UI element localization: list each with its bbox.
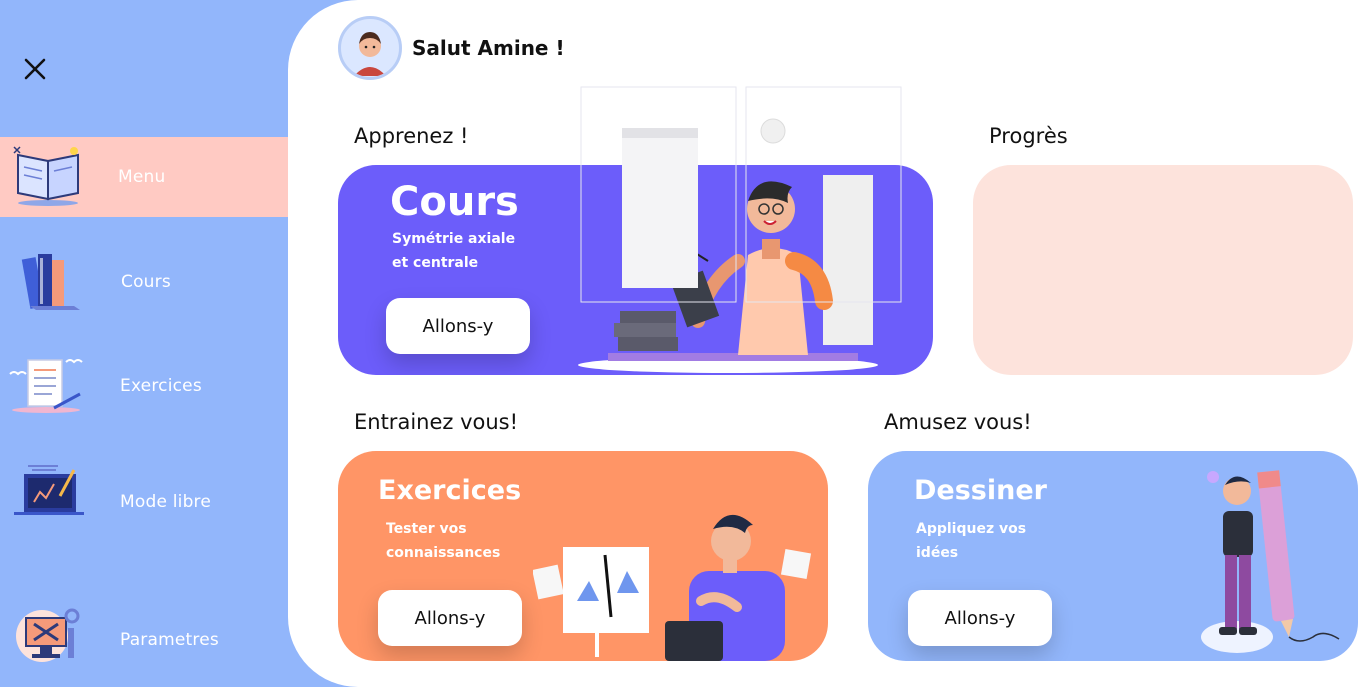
main-panel: Salut Amine ! Apprenez ! Progrès Entrain…: [288, 0, 1366, 687]
exercices-card: Exercices Tester vos connaissances Allon…: [338, 451, 828, 661]
section-title-learn: Apprenez !: [354, 124, 469, 148]
exercices-subtitle-line2: connaissances: [386, 545, 501, 561]
cours-card-subtitle: Symétrie axiale et centrale: [392, 227, 515, 275]
sidebar-item-label: Exercices: [120, 376, 202, 396]
cours-go-button[interactable]: Allons-y: [386, 298, 530, 354]
user-avatar-icon: [342, 20, 398, 76]
sidebar-item-exercices[interactable]: Exercices: [0, 346, 288, 426]
student-symmetry-illustration: [533, 514, 812, 661]
section-title-progress: Progrès: [989, 124, 1068, 148]
section-title-train: Entrainez vous!: [354, 410, 519, 434]
dessiner-subtitle-line1: Appliquez vos: [916, 521, 1027, 537]
pencil-kid-illustration: [1201, 470, 1340, 653]
exercices-card-title: Exercices: [378, 475, 522, 506]
dessiner-go-button[interactable]: Allons-y: [908, 590, 1052, 646]
close-icon[interactable]: [20, 54, 50, 84]
cours-subtitle-line2: et centrale: [392, 255, 479, 271]
dessiner-card-subtitle: Appliquez vos idées: [916, 517, 1026, 565]
cours-subtitle-line1: Symétrie axiale: [392, 231, 516, 247]
cours-card-title: Cours: [390, 179, 519, 225]
sidebar-item-parametres[interactable]: Parametres: [0, 600, 288, 680]
open-book-icon: [13, 146, 79, 206]
sidebar-item-label: Cours: [121, 272, 171, 292]
settings-monitor-icon: [16, 608, 80, 662]
classroom-window-illustration: [580, 86, 902, 303]
greeting-text: Salut Amine !: [412, 36, 565, 60]
checklist-icon: [9, 359, 83, 413]
sidebar-item-cours[interactable]: Cours: [0, 242, 288, 322]
exercices-card-subtitle: Tester vos connaissances: [386, 517, 500, 565]
sidebar-item-menu[interactable]: Menu: [0, 137, 288, 217]
dessiner-card: Dessiner Appliquez vos idées Allons-y: [868, 451, 1358, 661]
books-icon: [21, 254, 80, 310]
sidebar-item-label: Mode libre: [120, 492, 212, 512]
sidebar-item-mode-libre[interactable]: Mode libre: [0, 462, 288, 542]
dessiner-subtitle-line2: idées: [916, 545, 959, 561]
drawing-board-icon: [14, 465, 84, 515]
section-title-fun: Amusez vous!: [884, 410, 1032, 434]
sidebar-item-label: Menu: [118, 167, 166, 187]
exercices-subtitle-line1: Tester vos: [386, 521, 467, 537]
greeting: Salut Amine !: [338, 16, 565, 80]
sidebar-item-label: Parametres: [120, 630, 219, 650]
progress-card: [973, 165, 1353, 375]
dessiner-card-title: Dessiner: [914, 475, 1047, 506]
avatar[interactable]: [338, 16, 402, 80]
sidebar: Menu Cours Exercices Mode libre Parametr…: [0, 0, 300, 687]
exercices-go-button[interactable]: Allons-y: [378, 590, 522, 646]
